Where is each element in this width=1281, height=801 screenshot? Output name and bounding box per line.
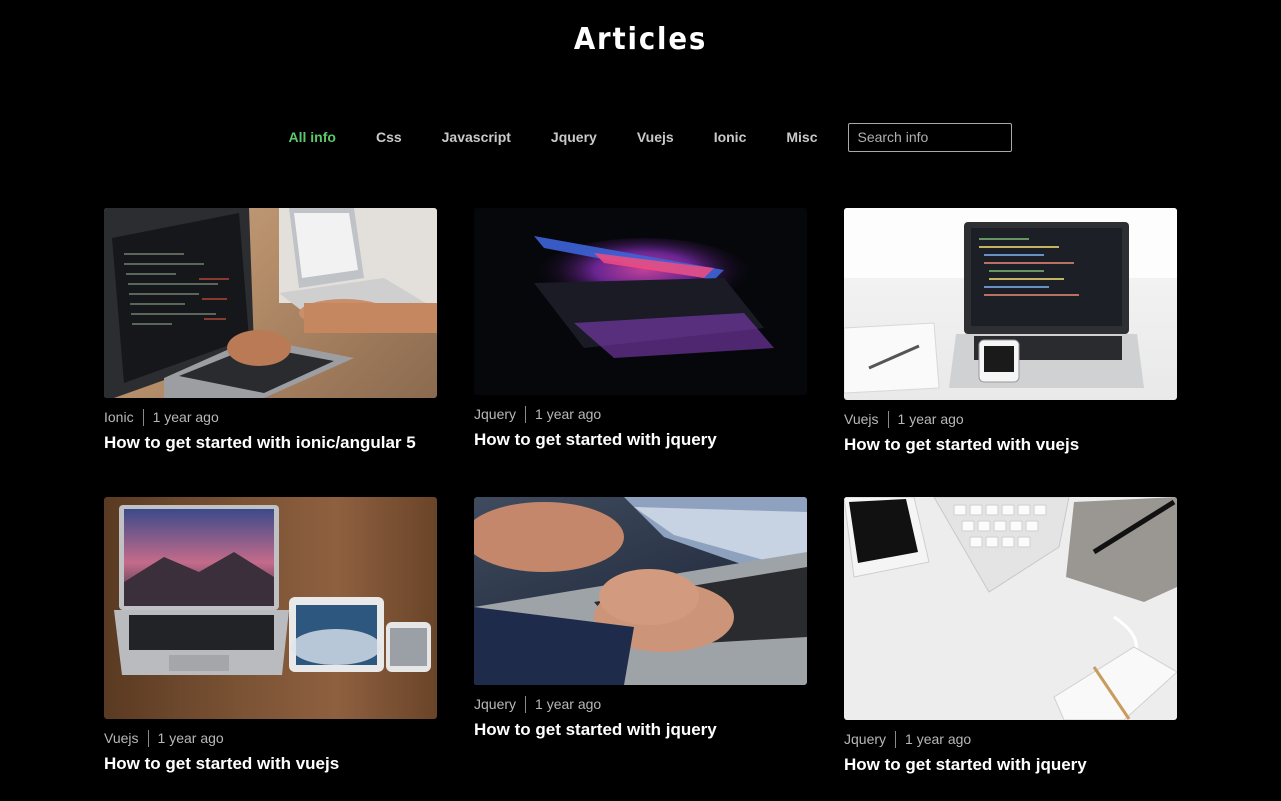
article-title[interactable]: How to get started with vuejs <box>104 754 437 774</box>
article-category: Vuejs <box>844 411 879 427</box>
articles-page: Articles All info Css Javascript Jquery … <box>0 0 1281 801</box>
meta-divider <box>895 730 897 748</box>
filter-ionic[interactable]: Ionic <box>714 123 747 151</box>
article-meta: Vuejs 1 year ago <box>844 410 1177 428</box>
article-title[interactable]: How to get started with ionic/angular 5 <box>104 433 437 453</box>
article-meta: Jquery 1 year ago <box>844 730 1177 748</box>
filter-misc[interactable]: Misc <box>786 123 817 151</box>
filter-vuejs[interactable]: Vuejs <box>637 123 674 151</box>
article-card[interactable]: Jquery 1 year ago How to get started wit… <box>844 497 1177 775</box>
article-time: 1 year ago <box>905 731 972 747</box>
article-title[interactable]: How to get started with vuejs <box>844 435 1177 455</box>
article-time: 1 year ago <box>535 696 602 712</box>
category-filter-bar: All info Css Javascript Jquery Vuejs Ion… <box>0 122 1281 152</box>
meta-divider <box>525 405 527 423</box>
filter-javascript[interactable]: Javascript <box>442 123 511 151</box>
article-meta: Vuejs 1 year ago <box>104 729 437 747</box>
article-title[interactable]: How to get started with jquery <box>474 720 807 740</box>
article-meta: Jquery 1 year ago <box>474 405 807 423</box>
article-category: Jquery <box>474 406 517 422</box>
article-card[interactable]: Jquery 1 year ago How to get started wit… <box>474 208 807 450</box>
article-thumbnail[interactable] <box>844 497 1177 720</box>
page-title: Articles <box>573 22 708 57</box>
article-thumbnail[interactable] <box>104 497 437 719</box>
article-title[interactable]: How to get started with jquery <box>474 430 807 450</box>
article-thumbnail[interactable] <box>474 208 807 395</box>
filter-jquery[interactable]: Jquery <box>551 123 597 151</box>
article-category: Jquery <box>844 731 887 747</box>
meta-divider <box>147 729 149 747</box>
article-time: 1 year ago <box>535 406 602 422</box>
article-thumbnail[interactable] <box>104 208 437 398</box>
article-title[interactable]: How to get started with jquery <box>844 755 1177 775</box>
article-time: 1 year ago <box>897 411 964 427</box>
article-time: 1 year ago <box>152 409 219 425</box>
article-time: 1 year ago <box>157 730 224 746</box>
article-card[interactable]: Vuejs 1 year ago How to get started with… <box>844 208 1177 455</box>
meta-divider <box>142 408 144 426</box>
article-category: Ionic <box>104 409 134 425</box>
article-thumbnail[interactable] <box>844 208 1177 400</box>
article-meta: Ionic 1 year ago <box>104 408 437 426</box>
article-meta: Jquery 1 year ago <box>474 695 807 713</box>
search-input[interactable] <box>848 122 1013 152</box>
filter-css[interactable]: Css <box>376 123 402 151</box>
article-card[interactable]: Ionic 1 year ago How to get started with… <box>104 208 437 453</box>
article-category: Jquery <box>474 696 517 712</box>
meta-divider <box>525 695 527 713</box>
article-card[interactable]: Vuejs 1 year ago How to get started with… <box>104 497 437 774</box>
article-thumbnail[interactable] <box>474 497 807 685</box>
article-card[interactable]: Jquery 1 year ago How to get started wit… <box>474 497 807 740</box>
filter-all-info[interactable]: All info <box>289 123 336 151</box>
article-category: Vuejs <box>104 730 139 746</box>
meta-divider <box>887 410 889 428</box>
